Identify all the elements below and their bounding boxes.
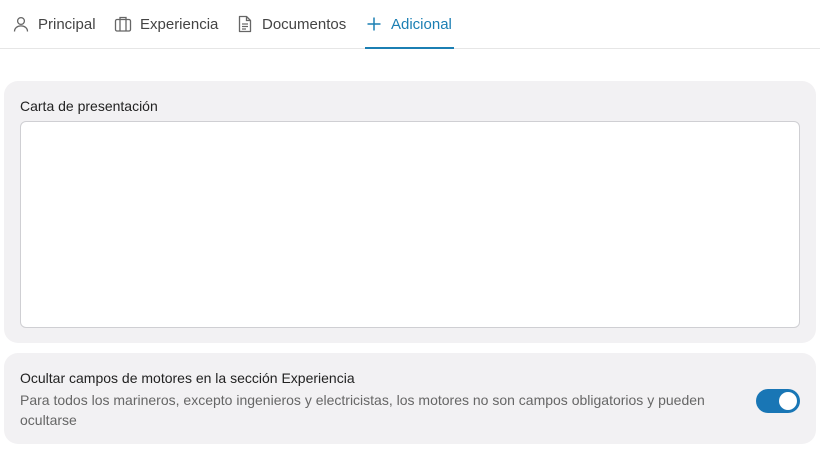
hide-engines-card: Ocultar campos de motores en la sección … (4, 353, 816, 444)
user-icon (13, 16, 29, 32)
hide-engines-toggle[interactable] (756, 389, 800, 413)
tab-label: Adicional (391, 15, 452, 33)
tab-experiencia[interactable]: Experiencia (114, 0, 218, 48)
tab-label: Experiencia (140, 15, 219, 33)
cover-letter-label: Carta de presentación (20, 98, 158, 114)
hide-engines-title: Ocultar campos de motores en la sección … (20, 370, 355, 386)
document-icon (238, 15, 252, 33)
cover-letter-card: Carta de presentación (4, 81, 816, 343)
briefcase-icon (114, 16, 132, 32)
tab-bar: Principal Experiencia Documentos Adicion… (0, 0, 820, 49)
tab-documentos[interactable]: Documentos (236, 0, 346, 48)
tab-label: Documentos (262, 15, 347, 33)
plus-icon (367, 17, 381, 31)
tab-label: Principal (38, 15, 96, 33)
cover-letter-textarea[interactable] (20, 121, 800, 328)
tab-principal[interactable]: Principal (12, 0, 96, 48)
tab-adicional[interactable]: Adicional (365, 0, 454, 49)
hide-engines-description: Para todos los marineros, excepto ingeni… (20, 392, 705, 428)
toggle-knob (779, 392, 797, 410)
